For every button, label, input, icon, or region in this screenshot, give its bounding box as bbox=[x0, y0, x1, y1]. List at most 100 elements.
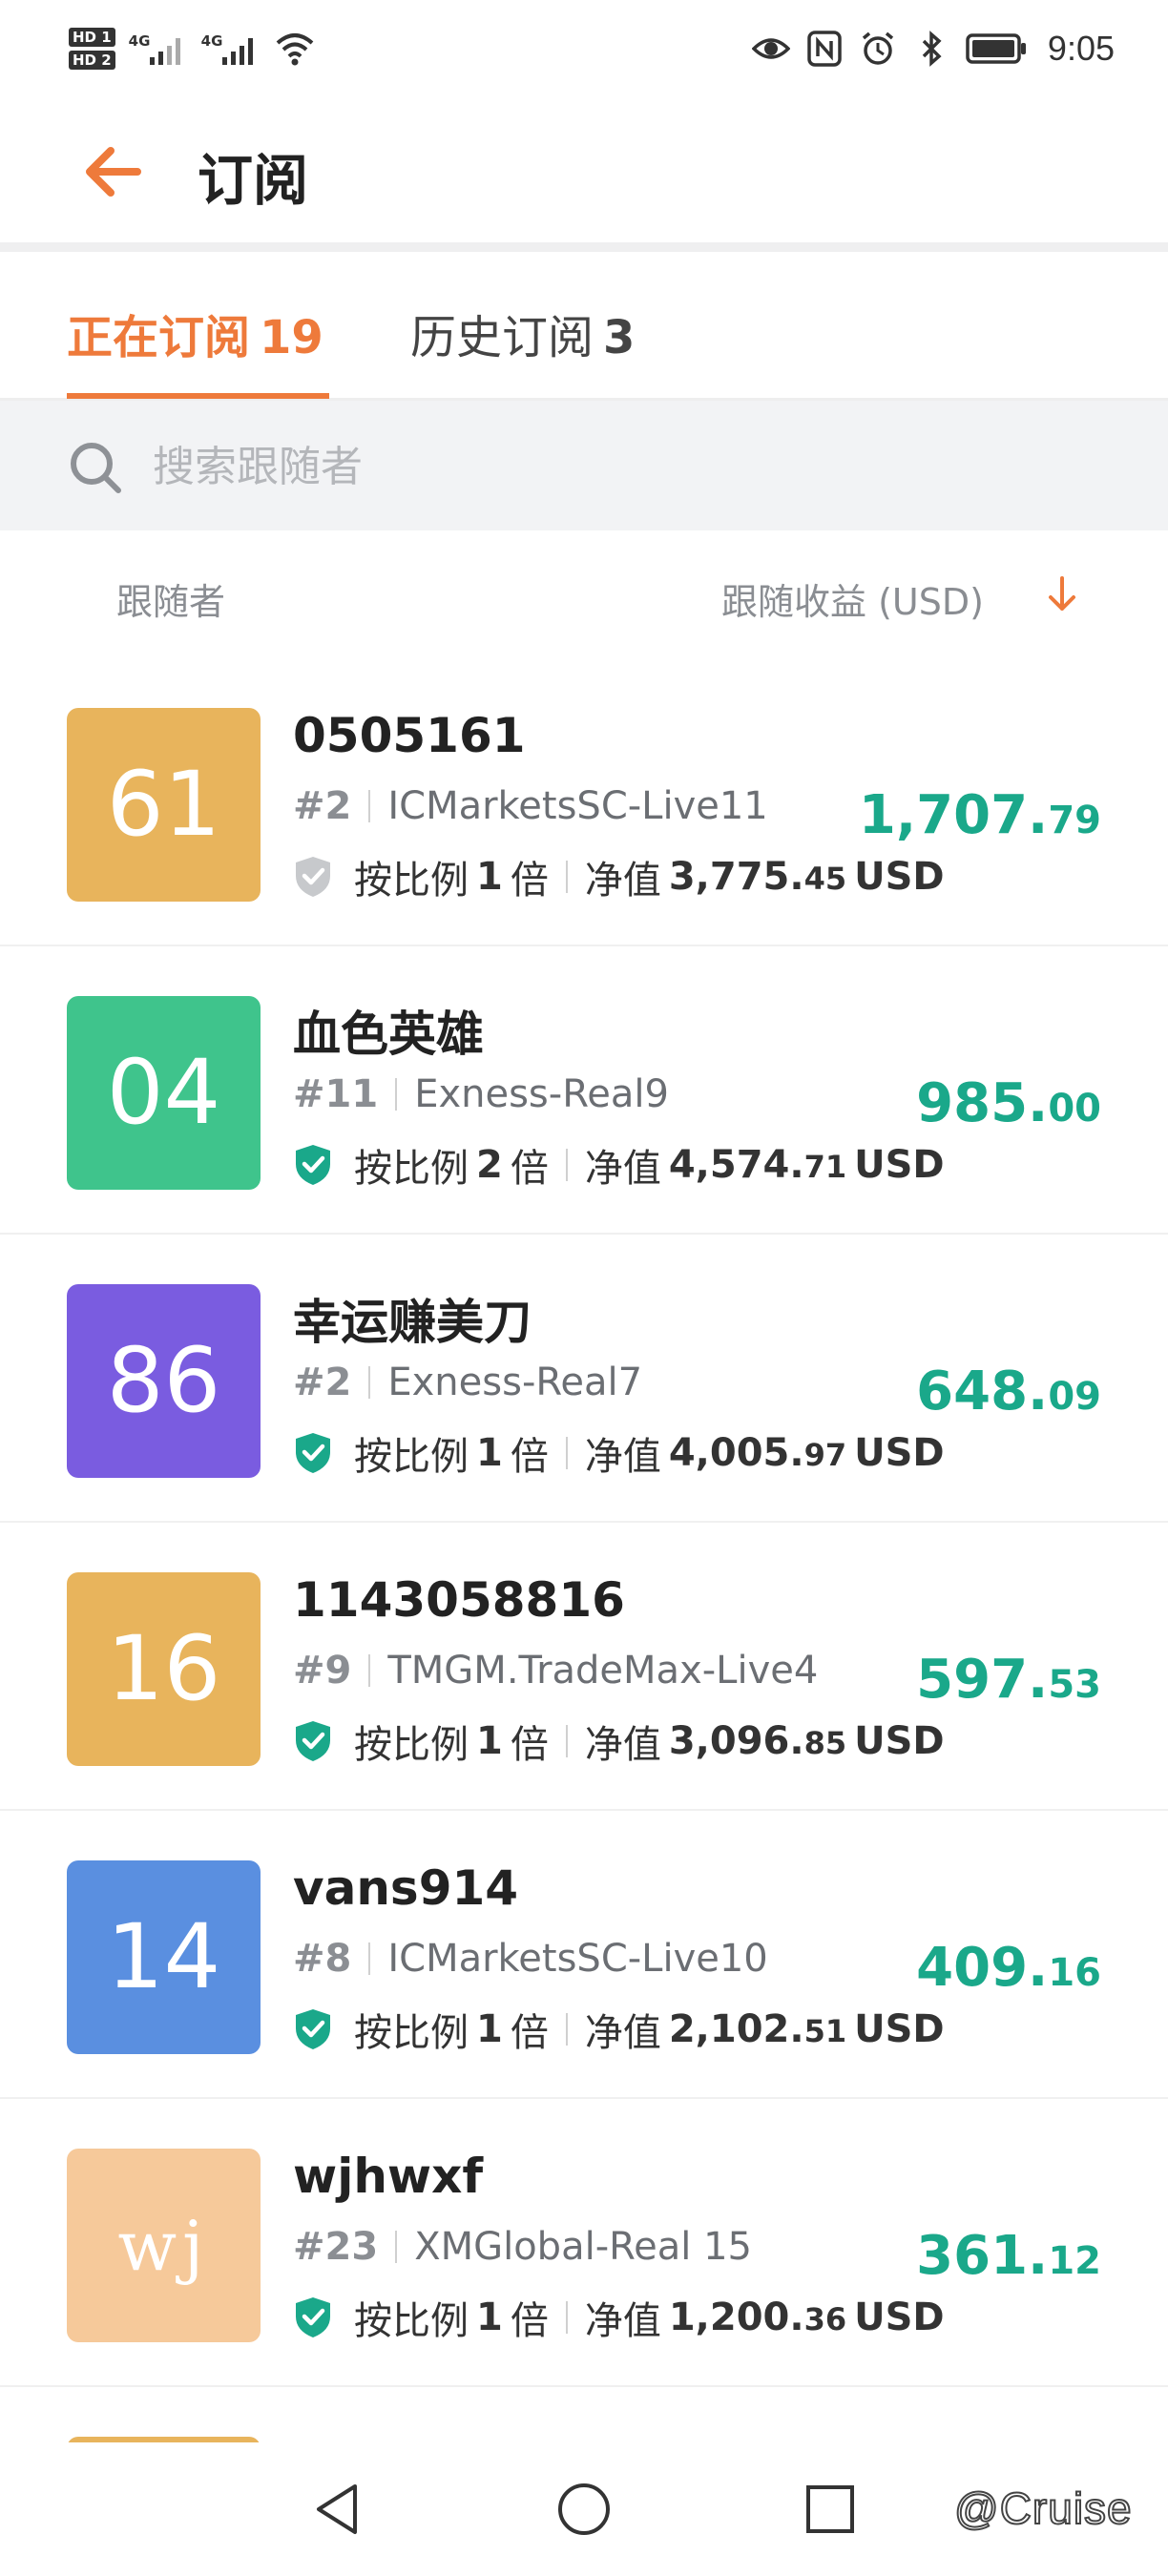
ratio-label: 按比例 bbox=[354, 1723, 469, 1767]
divider bbox=[368, 1942, 371, 1975]
detail-line: 按比例 1 倍 净值 1,200.36 USD bbox=[293, 2290, 952, 2345]
tab-history-subscriptions[interactable]: 历史订阅 3 bbox=[410, 300, 635, 366]
nfc-icon bbox=[807, 31, 842, 67]
avatar: wj bbox=[67, 2149, 261, 2342]
status-left: HD 1 HD 2 4G 4G bbox=[69, 23, 316, 74]
divider bbox=[565, 1437, 568, 1469]
divider bbox=[565, 2301, 568, 2334]
column-earnings[interactable]: 跟随收益 (USD) bbox=[721, 572, 984, 625]
equity-value: 4,574.71 bbox=[668, 1143, 847, 1187]
follower-name: 1143058816 bbox=[293, 1572, 625, 1628]
equity-currency: USD bbox=[854, 855, 945, 899]
server-line: #9 TMGM.TradeMax-Live4 bbox=[293, 1649, 818, 1693]
tab-count: 19 bbox=[260, 311, 323, 364]
divider bbox=[395, 1078, 398, 1111]
ratio-label: 按比例 bbox=[354, 2299, 469, 2343]
detail-line: 按比例 1 倍 净值 2,102.51 USD bbox=[293, 2002, 952, 2057]
tab-active-subscriptions[interactable]: 正在订阅 19 bbox=[67, 300, 323, 366]
bluetooth-icon bbox=[922, 31, 942, 67]
detail-line: 按比例 1 倍 净值 3,775.45 USD bbox=[293, 849, 952, 904]
app-bar: 订阅 bbox=[0, 95, 1168, 252]
divider bbox=[565, 1149, 568, 1181]
search-bar bbox=[0, 401, 1168, 530]
list-item[interactable]: 14 vans914 #8 ICMarketsSC-Live10 按比例 1 倍… bbox=[0, 1811, 1168, 2099]
server-line: #23 XMGlobal-Real 15 bbox=[293, 2225, 752, 2269]
equity-value: 4,005.97 bbox=[668, 1431, 847, 1475]
back-arrow-icon[interactable] bbox=[78, 134, 155, 210]
ratio-label: 按比例 bbox=[354, 1147, 469, 1191]
follower-name: wjhwxf bbox=[293, 2149, 484, 2204]
server-line: #11 Exness-Real9 bbox=[293, 1072, 669, 1116]
equity-value: 1,200.36 bbox=[668, 2296, 847, 2339]
follow-earnings: 597.53 bbox=[916, 1649, 1101, 1711]
list-item[interactable]: 16 1143058816 #9 TMGM.TradeMax-Live4 按比例… bbox=[0, 1523, 1168, 1811]
active-tab-indicator bbox=[67, 393, 329, 399]
follow-earnings: 985.00 bbox=[916, 1072, 1101, 1134]
tab-count: 3 bbox=[603, 311, 636, 364]
server-name: XMGlobal-Real 15 bbox=[414, 2225, 752, 2269]
page-title: 订阅 bbox=[198, 148, 309, 213]
nav-back-icon[interactable] bbox=[307, 2479, 368, 2540]
ratio-unit: 倍 bbox=[510, 1435, 549, 1479]
signal-1-icon: 4G bbox=[129, 23, 188, 74]
follower-name: vans914 bbox=[293, 1860, 519, 1916]
equity-currency: USD bbox=[854, 1143, 945, 1187]
hd1-badge: HD 1 bbox=[69, 28, 115, 47]
rank: #2 bbox=[293, 784, 352, 828]
tab-bar: 正在订阅 19 历史订阅 3 bbox=[0, 252, 1168, 401]
server-name: Exness-Real7 bbox=[387, 1361, 643, 1404]
ratio-unit: 倍 bbox=[510, 2011, 549, 2055]
server-line: #2 ICMarketsSC-Live11 bbox=[293, 784, 768, 828]
list-item[interactable]: 86 幸运赚美刀 #2 Exness-Real7 按比例 1 倍 净值 4,00… bbox=[0, 1235, 1168, 1523]
rank: #23 bbox=[293, 2225, 379, 2269]
ratio-value: 2 bbox=[476, 1143, 503, 1187]
divider bbox=[565, 2013, 568, 2046]
server-line: #8 ICMarketsSC-Live10 bbox=[293, 1937, 768, 1981]
list-item[interactable]: wj wjhwxf #23 XMGlobal-Real 15 按比例 1 倍 净… bbox=[0, 2099, 1168, 2387]
equity-label: 净值 bbox=[584, 1147, 661, 1191]
equity-value: 2,102.51 bbox=[668, 2007, 847, 2051]
list-item[interactable]: 04 血色英雄 #11 Exness-Real9 按比例 2 倍 净值 4,57… bbox=[0, 946, 1168, 1235]
ratio-value: 1 bbox=[476, 855, 503, 899]
divider bbox=[565, 1725, 568, 1757]
follow-earnings: 361.12 bbox=[916, 2225, 1101, 2287]
column-follower: 跟随者 bbox=[116, 581, 226, 623]
divider bbox=[368, 790, 371, 822]
list-item[interactable]: 61 0505161 #2 ICMarketsSC-Live11 按比例 1 倍… bbox=[0, 658, 1168, 946]
follower-name: 0505161 bbox=[293, 708, 526, 763]
search-input[interactable] bbox=[151, 435, 1013, 498]
rank: #9 bbox=[293, 1649, 352, 1693]
shield-check-icon bbox=[296, 1721, 330, 1761]
equity-value: 3,775.45 bbox=[668, 855, 847, 899]
wifi-icon bbox=[276, 33, 313, 66]
ratio-value: 1 bbox=[476, 1431, 503, 1475]
equity-label: 净值 bbox=[584, 1723, 661, 1767]
alarm-icon bbox=[862, 31, 894, 65]
hd-indicators: HD 1 HD 2 bbox=[69, 28, 115, 70]
server-name: ICMarketsSC-Live11 bbox=[387, 784, 768, 828]
divider bbox=[368, 1654, 371, 1687]
follower-list: 61 0505161 #2 ICMarketsSC-Live11 按比例 1 倍… bbox=[0, 658, 1168, 2483]
eye-icon bbox=[751, 38, 790, 59]
shield-check-icon bbox=[296, 857, 330, 897]
equity-currency: USD bbox=[854, 1719, 945, 1763]
ratio-unit: 倍 bbox=[510, 1723, 549, 1767]
server-line: #2 Exness-Real7 bbox=[293, 1361, 642, 1404]
detail-line: 按比例 2 倍 净值 4,574.71 USD bbox=[293, 1137, 952, 1193]
nav-recents-icon[interactable] bbox=[800, 2479, 861, 2540]
avatar: 61 bbox=[67, 708, 261, 902]
nav-home-icon[interactable] bbox=[553, 2479, 615, 2540]
search-icon bbox=[71, 443, 121, 493]
sort-desc-arrow-icon[interactable] bbox=[1042, 572, 1082, 616]
status-bar: HD 1 HD 2 4G 4G 9:05 bbox=[0, 0, 1168, 95]
equity-label: 净值 bbox=[584, 2299, 661, 2343]
ratio-value: 1 bbox=[476, 1719, 503, 1763]
ratio-unit: 倍 bbox=[510, 2299, 549, 2343]
divider bbox=[368, 1366, 371, 1399]
follow-earnings: 648.09 bbox=[916, 1361, 1101, 1423]
list-header: 跟随者 跟随收益 (USD) bbox=[0, 530, 1168, 658]
equity-currency: USD bbox=[854, 2007, 945, 2051]
equity-label: 净值 bbox=[584, 859, 661, 903]
equity-value: 3,096.85 bbox=[668, 1719, 847, 1763]
avatar: 04 bbox=[67, 996, 261, 1190]
